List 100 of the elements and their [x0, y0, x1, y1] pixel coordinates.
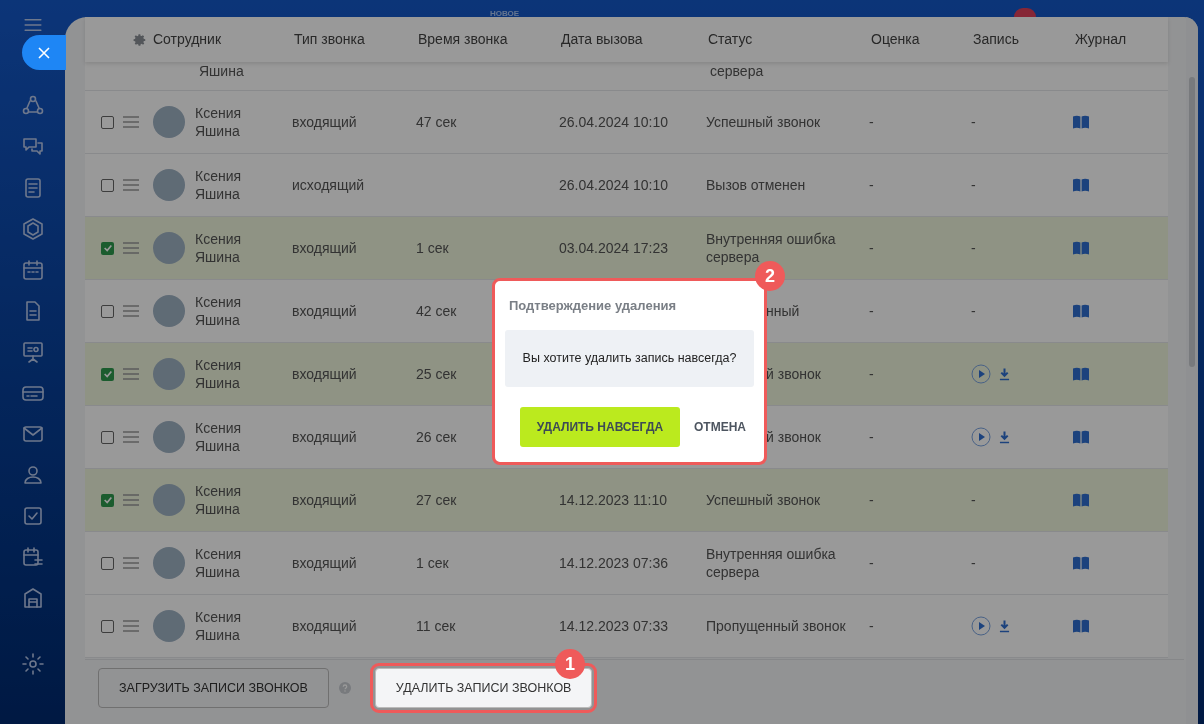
call-type: входящий	[292, 491, 357, 508]
rating-text: -	[869, 113, 874, 130]
employee-name: Ксения Яшина	[195, 545, 243, 581]
rating-text: -	[869, 365, 874, 382]
call-date: 14.12.2023 07:36	[559, 554, 668, 571]
call-type: входящий	[292, 113, 357, 130]
employee-name: Ксения Яшина	[195, 608, 243, 644]
column-header[interactable]: Дата вызова	[561, 29, 708, 50]
employee-name: Ксения Яшина	[195, 230, 243, 266]
drag-handle-icon[interactable]	[123, 368, 139, 380]
checkbox[interactable]	[101, 430, 114, 444]
call-status: Вызов отменен	[706, 176, 807, 194]
avatar-placeholder	[153, 610, 185, 642]
book-icon[interactable]	[1073, 556, 1089, 570]
call-date: 26.04.2024 10:10	[559, 113, 668, 130]
employee-name: Ксения Яшина	[195, 356, 243, 392]
call-type: входящий	[292, 617, 357, 634]
column-header[interactable]: Оценка	[871, 29, 973, 50]
drag-handle-icon[interactable]	[123, 179, 139, 191]
employee-name: Ксения Яшина	[195, 482, 243, 518]
column-header[interactable]: Статус	[708, 29, 871, 50]
column-header[interactable]: Сотрудник	[153, 29, 294, 50]
play-icon[interactable]	[971, 427, 991, 447]
avatar-placeholder	[153, 106, 185, 138]
checkbox[interactable]	[101, 241, 114, 255]
download-icon[interactable]	[999, 619, 1010, 633]
avatar-placeholder	[153, 547, 185, 579]
top-bar-label: НОВОЕ	[490, 8, 520, 20]
close-button[interactable]	[22, 35, 66, 70]
book-icon[interactable]	[1073, 241, 1089, 255]
download-icon[interactable]	[999, 430, 1010, 444]
avatar-placeholder	[153, 421, 185, 453]
checkbox[interactable]	[101, 619, 114, 633]
column-header[interactable]: Журнал	[1075, 29, 1166, 50]
recording-text: -	[971, 490, 976, 510]
upload-records-button[interactable]: ЗАГРУЗИТЬ ЗАПИСИ ЗВОНКОВ	[98, 668, 329, 708]
drag-handle-icon[interactable]	[123, 557, 139, 569]
call-status: й звонок	[766, 428, 822, 446]
call-duration: 25 сек	[416, 365, 457, 382]
play-icon[interactable]	[971, 364, 991, 384]
avatar-placeholder	[153, 232, 185, 264]
hexagon-icon[interactable]	[20, 217, 45, 241]
call-type: входящий	[292, 428, 357, 445]
call-type: входящий	[292, 239, 357, 256]
drag-handle-icon[interactable]	[123, 242, 139, 254]
call-date: 14.12.2023 11:10	[559, 491, 667, 508]
employee-name: Ксения Яшина	[195, 167, 243, 203]
drag-handle-icon[interactable]	[123, 116, 139, 128]
rating-text: -	[869, 617, 874, 634]
book-icon[interactable]	[1073, 430, 1089, 444]
recording-text: -	[971, 301, 976, 321]
checkbox[interactable]	[101, 367, 114, 381]
recording-text: -	[971, 553, 976, 573]
employee-name: Ксения Яшина	[195, 419, 243, 455]
checkbox[interactable]	[101, 556, 114, 570]
drag-handle-icon[interactable]	[123, 620, 139, 632]
checkbox[interactable]	[101, 178, 114, 192]
avatar-placeholder	[153, 358, 185, 390]
play-icon[interactable]	[971, 616, 991, 636]
column-header[interactable]: Тип звонка	[294, 29, 418, 50]
menu-icon[interactable]	[23, 18, 42, 32]
column-header[interactable]: Время звонка	[418, 29, 561, 50]
status-text: сервера	[710, 62, 765, 80]
checkbox[interactable]	[101, 493, 114, 507]
dialog-message: Вы хотите удалить запись навсегда?	[505, 329, 754, 387]
drag-handle-icon[interactable]	[123, 305, 139, 317]
download-icon[interactable]	[999, 367, 1010, 381]
drag-handle-icon[interactable]	[123, 431, 139, 443]
drag-handle-icon[interactable]	[123, 494, 139, 506]
call-date: 03.04.2024 17:23	[559, 239, 668, 256]
rating-text: -	[869, 491, 874, 508]
recording-text: -	[971, 238, 976, 258]
confirm-delete-button[interactable]: УДАЛИТЬ НАВСЕГДА	[520, 406, 680, 447]
avatar-placeholder	[153, 169, 185, 201]
calendar-icon[interactable]	[20, 258, 45, 282]
employee-name: Ксения Яшина	[195, 104, 243, 140]
book-icon[interactable]	[1073, 304, 1089, 318]
call-duration: 42 сек	[416, 302, 457, 319]
call-date: 14.12.2023 07:33	[559, 617, 668, 634]
book-icon[interactable]	[1073, 619, 1089, 633]
calendar-list-icon[interactable]	[20, 545, 45, 569]
call-duration: 11 сек	[416, 617, 456, 634]
rating-text: -	[869, 302, 874, 319]
employee-name: Ксения Яшина	[195, 293, 243, 329]
cancel-button[interactable]: ОТМЕНА	[694, 417, 746, 436]
book-icon[interactable]	[1073, 493, 1089, 507]
book-icon[interactable]	[1073, 367, 1089, 381]
rating-text: -	[869, 239, 874, 256]
call-status: Пропущенный звонок	[706, 617, 847, 635]
rating-text: -	[869, 428, 874, 445]
selected-row[interactable]: Ксения Яшина входящий 27 сек 14.12.2023 11:10 Успешный звонок - -	[85, 469, 1168, 532]
recording-text: -	[971, 175, 976, 195]
checkbox[interactable]	[101, 115, 114, 129]
column-header[interactable]: Запись	[973, 29, 1075, 50]
checkbox[interactable]	[101, 304, 114, 318]
presentation-icon[interactable]	[20, 340, 45, 364]
call-status: Успешный звонок	[706, 491, 822, 509]
book-icon[interactable]	[1073, 178, 1089, 192]
call-status: нный	[766, 302, 801, 320]
book-icon[interactable]	[1073, 115, 1089, 129]
